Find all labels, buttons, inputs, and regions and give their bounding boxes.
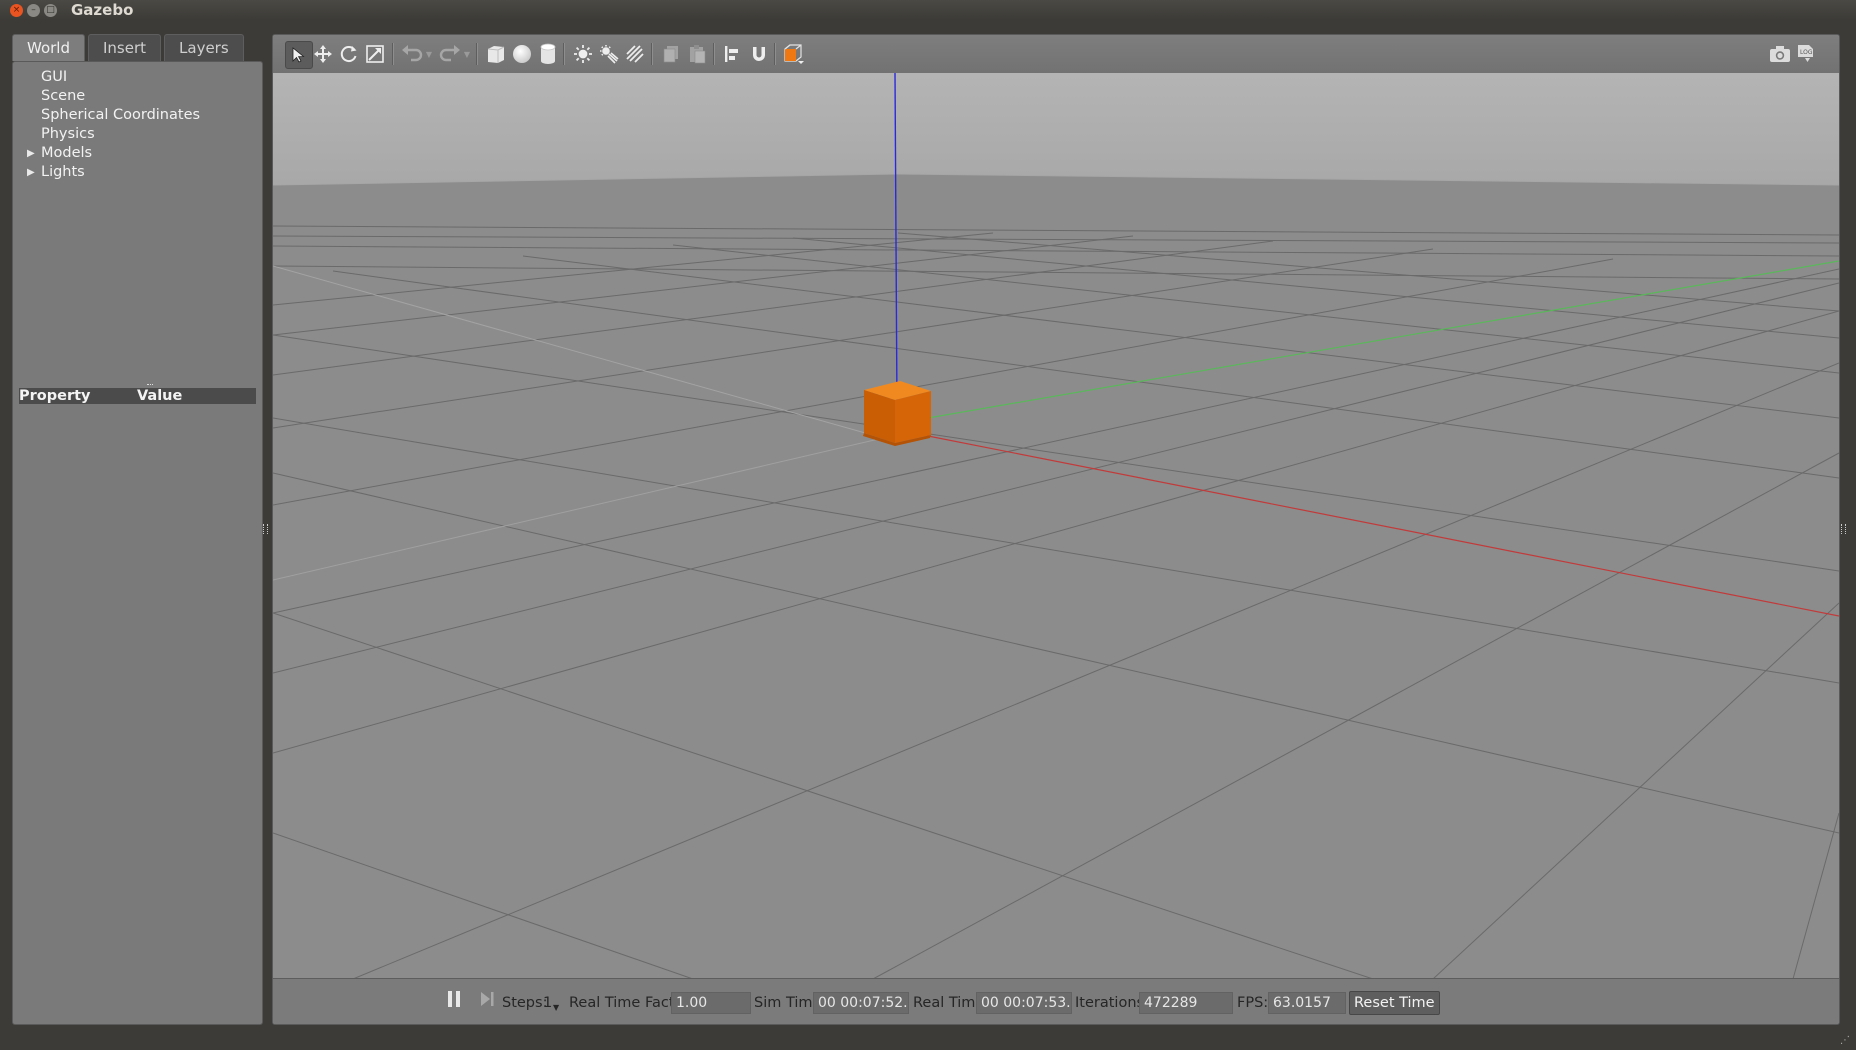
tree-item-physics[interactable]: Physics	[13, 125, 262, 144]
redo-history-chevron-down-icon[interactable]: ▼	[461, 41, 473, 67]
tree-item-label: Models	[41, 145, 93, 161]
simulation-status-bar: Steps: 1 ▼ Real Time Factor: 1.00 Sim Ti…	[273, 978, 1839, 1024]
steps-chevron-down-icon[interactable]: ▼	[553, 998, 559, 1018]
expand-arrow-icon[interactable]: ▶	[27, 163, 35, 182]
left-panel-tabs: World Insert Layers	[12, 34, 247, 62]
window-title: Gazebo	[71, 1, 134, 19]
align-icon[interactable]	[720, 41, 746, 67]
redo-icon[interactable]	[437, 41, 463, 67]
box-model	[863, 381, 931, 446]
window-titlebar: × – □ Gazebo	[0, 0, 1856, 20]
scene-viewport[interactable]	[273, 72, 1839, 980]
toolbar-separator	[651, 43, 653, 65]
toolbar-separator	[774, 43, 776, 65]
fps-field: 63.0157	[1268, 992, 1346, 1014]
minimize-window-icon[interactable]: –	[27, 3, 40, 17]
select-icon[interactable]	[285, 41, 313, 69]
pause-button[interactable]	[447, 990, 461, 1010]
iterations-label: Iterations:	[1075, 995, 1149, 1011]
value-column-header: Value	[137, 388, 183, 404]
translate-icon[interactable]	[310, 41, 336, 67]
tree-item-lights[interactable]: ▶ Lights	[13, 163, 262, 182]
undo-history-chevron-down-icon[interactable]: ▼	[423, 41, 435, 67]
screenshot-icon[interactable]	[1767, 41, 1793, 67]
record-log-icon[interactable]: LOG	[1793, 41, 1819, 67]
sphere-shape-icon[interactable]	[509, 41, 535, 67]
step-forward-button[interactable]	[479, 990, 495, 1010]
tree-item-label: Physics	[41, 126, 95, 142]
tree-item-label: Scene	[41, 88, 86, 104]
toolbar-separator	[563, 43, 565, 65]
property-column-header: Property	[19, 388, 91, 404]
tree-item-scene[interactable]: Scene	[13, 87, 262, 106]
toolbar-separator	[476, 43, 478, 65]
tab-world[interactable]: World	[12, 34, 85, 61]
left-splitter-grip[interactable]	[263, 524, 268, 534]
sim-time-field: 00 00:07:52.289	[813, 992, 909, 1014]
fps-label: FPS:	[1237, 995, 1269, 1011]
close-window-icon[interactable]: ×	[10, 3, 23, 17]
maximize-window-icon[interactable]: □	[44, 3, 57, 17]
box-shape-icon[interactable]	[483, 41, 509, 67]
render-panel: ▼ ▼ LOG Steps: 1 ▼ Real Time Factor: 1.0…	[272, 34, 1840, 1025]
reset-time-button[interactable]: Reset Time	[1349, 991, 1440, 1015]
tree-item-spherical-coordinates[interactable]: Spherical Coordinates	[13, 106, 262, 125]
tab-layers[interactable]: Layers	[164, 34, 244, 61]
directional-light-icon[interactable]	[622, 41, 648, 67]
tree-item-gui[interactable]: GUI	[13, 68, 262, 87]
real-time-factor-field: 1.00	[671, 992, 751, 1014]
toolbar-separator	[392, 43, 394, 65]
snap-icon[interactable]	[746, 41, 772, 67]
rotate-icon[interactable]	[336, 41, 362, 67]
steps-label: Steps:	[502, 995, 548, 1011]
svg-text:LOG: LOG	[1800, 49, 1813, 56]
sky-background	[273, 73, 1839, 185]
undo-icon[interactable]	[399, 41, 425, 67]
tree-item-label: Spherical Coordinates	[41, 107, 201, 123]
property-table-header: Property Value	[19, 388, 256, 404]
world-tree: GUI Scene Spherical Coordinates Physics …	[13, 68, 262, 182]
tab-insert[interactable]: Insert	[88, 34, 162, 61]
scene-render	[273, 72, 1839, 980]
steps-value[interactable]: 1	[543, 993, 552, 1013]
tree-item-label: GUI	[41, 69, 68, 85]
main-toolbar: ▼ ▼ LOG	[273, 35, 1839, 74]
expand-arrow-icon[interactable]: ▶	[27, 144, 35, 163]
real-time-field: 00 00:07:53.624	[976, 992, 1072, 1014]
cylinder-shape-icon[interactable]	[535, 41, 561, 67]
tree-item-models[interactable]: ▶ Models	[13, 144, 262, 163]
window-resize-grip[interactable]: ⋰	[1840, 1035, 1850, 1046]
right-splitter-grip[interactable]	[1841, 524, 1846, 534]
view-angle-icon[interactable]	[781, 41, 807, 67]
toolbar-separator	[713, 43, 715, 65]
tree-item-label: Lights	[41, 164, 85, 180]
point-light-icon[interactable]	[570, 41, 596, 67]
spot-light-icon[interactable]	[596, 41, 622, 67]
scale-icon[interactable]	[362, 41, 388, 67]
copy-icon[interactable]	[658, 41, 684, 67]
world-panel: GUI Scene Spherical Coordinates Physics …	[12, 61, 263, 1025]
iterations-field: 472289	[1139, 992, 1233, 1014]
paste-icon[interactable]	[684, 41, 710, 67]
